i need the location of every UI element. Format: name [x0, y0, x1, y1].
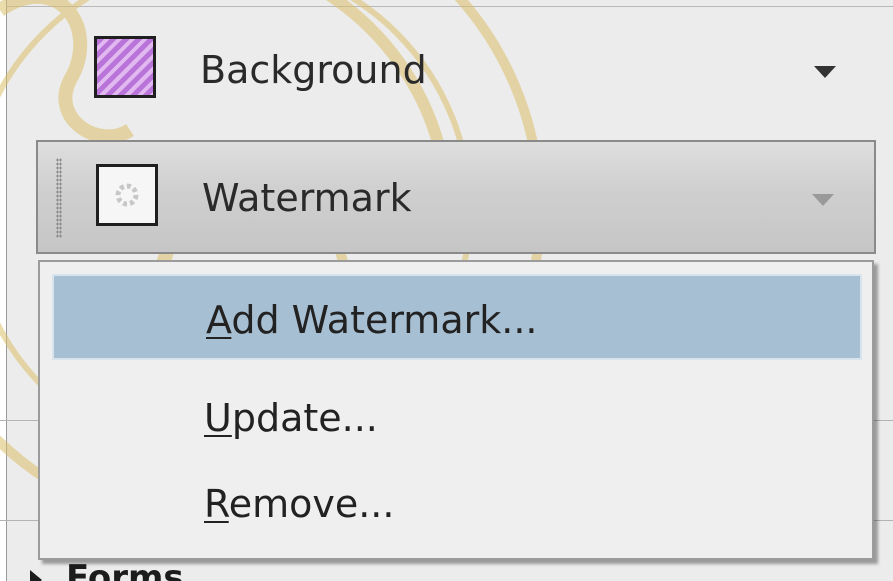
forms-section-header[interactable]: Forms	[30, 558, 184, 581]
background-label: Background	[200, 48, 427, 92]
panel-top-divider	[6, 6, 893, 7]
background-dropdown-arrow-icon[interactable]	[814, 66, 836, 78]
background-pattern-icon	[94, 36, 156, 98]
watermark-dropdown-menu: Add Watermark... Update... Remove...	[38, 260, 874, 560]
gear-icon	[115, 183, 139, 207]
menu-item-label: Remove...	[204, 482, 395, 526]
drag-grip-icon[interactable]	[56, 158, 62, 238]
watermark-label: Watermark	[202, 176, 412, 220]
watermark-dropdown-arrow-icon[interactable]	[812, 194, 834, 206]
screenshot-stage: Background Watermark Add Watermark... Up…	[0, 0, 893, 581]
watermark-tool-row[interactable]: Watermark	[36, 140, 876, 254]
menu-item-add-watermark[interactable]: Add Watermark...	[52, 274, 862, 360]
menu-item-update[interactable]: Update...	[52, 374, 862, 460]
menu-item-label: Add Watermark...	[206, 298, 538, 342]
menu-item-label: Update...	[204, 396, 378, 440]
background-tool-row[interactable]: Background	[36, 22, 876, 118]
watermark-icon	[96, 164, 158, 226]
forms-label: Forms	[66, 558, 184, 581]
expand-arrow-icon	[30, 569, 42, 581]
menu-item-remove[interactable]: Remove...	[52, 460, 862, 546]
